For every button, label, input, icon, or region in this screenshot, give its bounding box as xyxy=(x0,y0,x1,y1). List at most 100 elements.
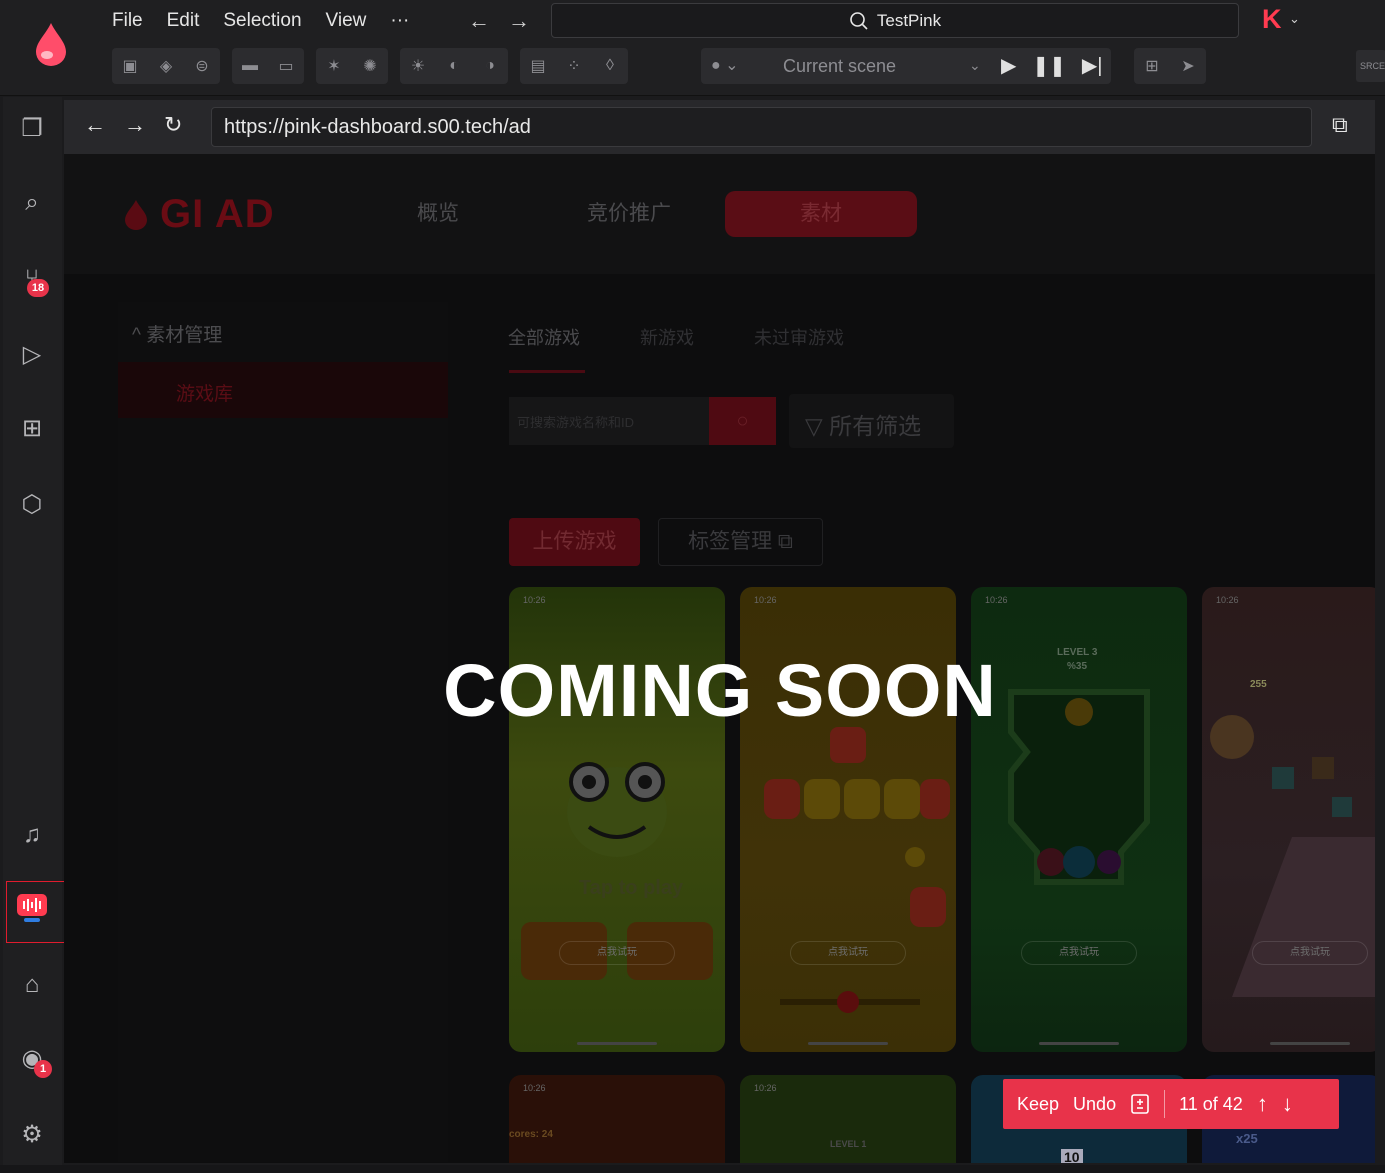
forward-arrow-icon[interactable]: → xyxy=(508,8,530,34)
pause-icon[interactable]: ❚❚ xyxy=(1032,53,1066,78)
sun-icon[interactable]: ☀ xyxy=(406,56,430,76)
run-icon[interactable]: ✶ xyxy=(322,56,346,76)
review-separator xyxy=(1164,1090,1166,1118)
arrow-down-icon[interactable]: ↓ xyxy=(1282,1091,1293,1117)
game-search-input[interactable]: 可搜索游戏名称和ID xyxy=(509,397,709,445)
store-icon[interactable]: ⌂ xyxy=(16,969,48,1001)
settings-gear-icon[interactable]: ⚙ xyxy=(16,1119,48,1151)
arrow-up-icon[interactable]: ↑ xyxy=(1257,1091,1268,1117)
brand-drop-icon xyxy=(125,200,147,230)
folder-icon[interactable]: ▬ xyxy=(238,57,262,75)
qr-icon[interactable]: ⊞ xyxy=(1140,56,1164,76)
open-external-icon[interactable]: ⧉ xyxy=(1332,112,1348,138)
game-card[interactable]: 10:26 255 点我试玩 xyxy=(1202,587,1375,1052)
tab-all-games[interactable]: 全部游戏 xyxy=(508,324,580,350)
image-tool-icon[interactable]: ▤ xyxy=(526,56,550,76)
toolbar-group-layout: ▣ ◈ ⊜ xyxy=(112,48,220,84)
apps-icon[interactable]: ⁘ xyxy=(562,56,586,76)
source-button[interactable]: SRCE xyxy=(1356,50,1385,82)
home-indicator xyxy=(808,1042,888,1045)
menu-more[interactable]: ··· xyxy=(390,8,409,34)
card-status-time: 10:26 xyxy=(1216,595,1239,605)
back-arrow-icon[interactable]: ← xyxy=(468,8,490,34)
search-button[interactable]: ○ xyxy=(709,397,776,445)
menu-selection[interactable]: Selection xyxy=(223,8,301,34)
filter-button[interactable]: ▽ 所有筛选 xyxy=(789,394,954,448)
upload-game-button[interactable]: 上传游戏 xyxy=(509,518,640,566)
grid-icon[interactable]: ⊜ xyxy=(190,56,214,76)
tab-bidding[interactable]: 竞价推广 xyxy=(533,191,725,237)
change-counter: 11 of 42 xyxy=(1179,1093,1243,1114)
app-window: File Edit Selection View ··· ← → TestPin… xyxy=(0,0,1385,1173)
package-icon[interactable]: ⬡ xyxy=(16,489,48,521)
blocks-illustration xyxy=(764,727,950,1013)
back-arrow-icon[interactable]: ← xyxy=(84,112,106,138)
multiplier-label: x25 xyxy=(1236,1131,1258,1146)
notifications-icon[interactable]: ♫ xyxy=(16,819,48,851)
search-icon: ○ xyxy=(736,410,749,432)
tab-rejected-games[interactable]: 未过审游戏 xyxy=(754,324,844,350)
game-card[interactable]: 10:26 LEVEL 1 xyxy=(740,1075,956,1163)
chevron-down-icon[interactable]: ⌄ xyxy=(1289,11,1300,27)
scene-view-icon[interactable]: ▣ xyxy=(118,56,142,76)
extensions-icon[interactable]: ⊞ xyxy=(16,413,48,445)
activity-bar: ❐ ⌕ ⑂ 18 ▷ ⊞ ⬡ ♫ ⌂ ◉ 1 ⚙ xyxy=(3,97,62,1165)
url-input[interactable]: https://pink-dashboard.s00.tech/ad xyxy=(211,107,1312,147)
folder-view-icon[interactable]: ▭ xyxy=(274,56,298,76)
account-logo[interactable]: K xyxy=(1262,4,1282,35)
search-icon[interactable]: ⌕ xyxy=(16,187,48,219)
try-play-button[interactable]: 点我试玩 xyxy=(790,941,906,965)
tab-overview[interactable]: 概览 xyxy=(342,191,534,237)
web-page: GI AD 概览 竞价推广 素材 ^ 素材管理 游戏库 全部游戏 新游戏 未过审… xyxy=(64,154,1375,1163)
command-search-box[interactable]: TestPink xyxy=(551,3,1239,38)
card-status-time: 10:26 xyxy=(754,595,777,605)
scene-type-dropdown[interactable]: ● ⌄ xyxy=(711,55,739,75)
toolbar-group-tools: ▤ ⁘ ◊ xyxy=(520,48,628,84)
try-play-button[interactable]: 点我试玩 xyxy=(1021,941,1137,965)
home-indicator xyxy=(1039,1042,1119,1045)
side-item-game-library[interactable]: 游戏库 xyxy=(118,362,448,418)
forward-arrow-icon[interactable]: → xyxy=(124,112,146,138)
level-number: 10 xyxy=(1061,1149,1083,1163)
coming-soon-overlay: COMING SOON xyxy=(443,649,997,732)
file-diff-icon[interactable] xyxy=(1130,1093,1150,1115)
run-debug-icon[interactable]: ▷ xyxy=(16,339,48,371)
tag-manage-button[interactable]: 标签管理 ⧉ xyxy=(658,518,823,566)
reload-icon[interactable]: ↻ xyxy=(164,112,182,138)
undo-button[interactable]: Undo xyxy=(1073,1094,1116,1115)
scene-select[interactable]: Current scene xyxy=(783,56,896,77)
keep-button[interactable]: Keep xyxy=(1017,1094,1059,1115)
level-percent: %35 xyxy=(1067,661,1088,672)
contrast-icon[interactable]: ◐ xyxy=(442,57,466,75)
play-icon[interactable]: ▶ xyxy=(1001,53,1016,78)
home-indicator xyxy=(577,1042,657,1045)
tab-new-games[interactable]: 新游戏 xyxy=(640,324,694,350)
active-tab-underline xyxy=(509,370,585,373)
chevron-down-icon[interactable]: ⌄ xyxy=(969,57,981,74)
menu-file[interactable]: File xyxy=(112,8,143,34)
particles-icon[interactable]: ✺ xyxy=(358,56,382,76)
drop-icon[interactable]: ◊ xyxy=(598,57,622,75)
review-toolbar: Keep Undo 11 of 42 ↑ ↓ xyxy=(1003,1079,1339,1129)
side-section-header[interactable]: ^ 素材管理 xyxy=(132,320,222,347)
card-status-time: 10:26 xyxy=(754,1083,777,1093)
level-label: LEVEL 1 xyxy=(830,1139,867,1149)
game-card[interactable]: 10:26 cores: 24 xyxy=(509,1075,725,1163)
browser-nav: ← → ↻ xyxy=(84,112,182,138)
tab-materials[interactable]: 素材 xyxy=(725,191,917,237)
app-logo-icon xyxy=(36,23,66,66)
step-icon[interactable]: ▶| xyxy=(1082,53,1103,78)
side-menu: ^ 素材管理 游戏库 xyxy=(118,302,448,1162)
card-status-time: 10:26 xyxy=(523,1083,546,1093)
explorer-icon[interactable]: ❐ xyxy=(16,113,48,145)
menu-view[interactable]: View xyxy=(326,8,367,34)
layers-icon[interactable]: ◈ xyxy=(154,56,178,76)
sub-tabs: 全部游戏 新游戏 未过审游戏 xyxy=(508,324,844,350)
embedded-browser: ← → ↻ https://pink-dashboard.s00.tech/ad… xyxy=(64,100,1375,1163)
send-icon[interactable]: ➤ xyxy=(1176,56,1200,76)
try-play-button[interactable]: 点我试玩 xyxy=(559,941,675,965)
try-play-button[interactable]: 点我试玩 xyxy=(1252,941,1368,965)
shade-icon[interactable]: ◑ xyxy=(478,57,502,75)
menu-edit[interactable]: Edit xyxy=(167,8,200,34)
level-label: LEVEL 3 xyxy=(1057,647,1098,658)
